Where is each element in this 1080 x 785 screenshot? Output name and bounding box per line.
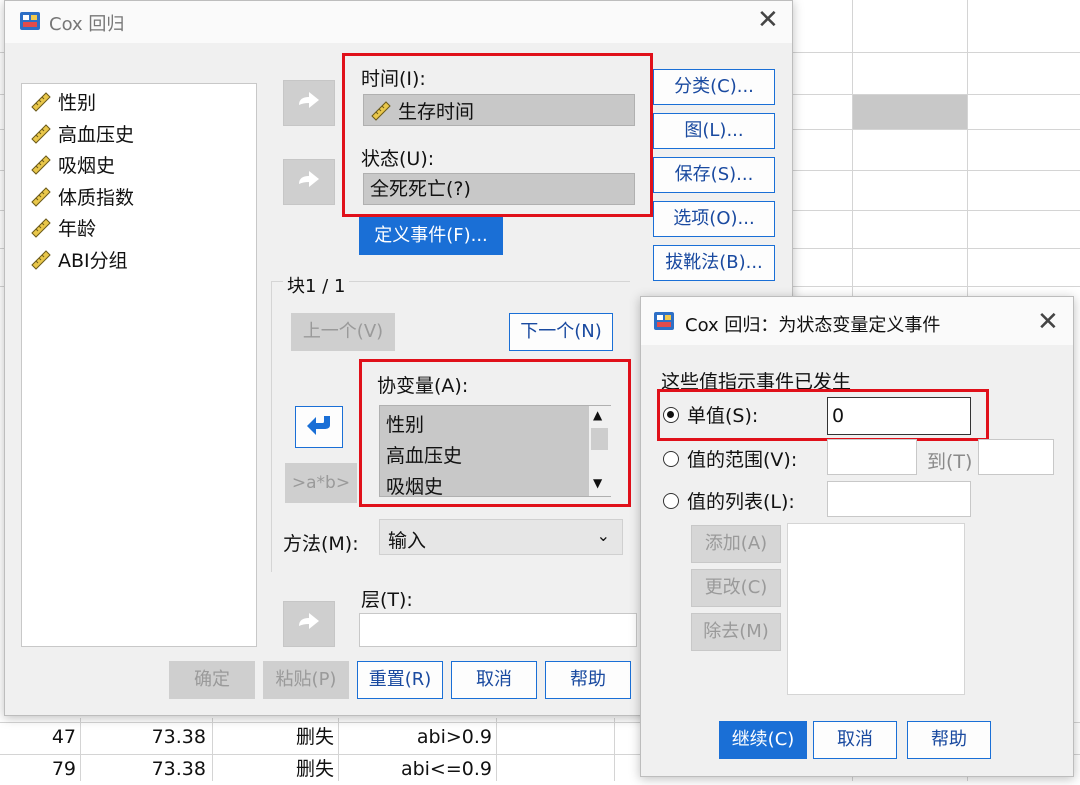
list-value-input[interactable]: [827, 481, 971, 517]
cell-status: 删失: [295, 726, 334, 748]
block-label: 块1 / 1: [283, 272, 350, 298]
spss-app-icon: [20, 12, 40, 30]
list-item-label: 体质指数: [58, 186, 135, 209]
method-select[interactable]: 输入 ⌄: [379, 519, 623, 555]
save-button[interactable]: 保存(S)...: [653, 157, 775, 193]
event-title-bar: Cox 回归：为状态变量定义事件 ✕: [641, 297, 1073, 345]
move-to-time-button[interactable]: [283, 80, 335, 126]
list-item[interactable]: 年龄: [30, 212, 96, 242]
cell-id: 47: [51, 726, 76, 748]
list-item[interactable]: 高血压史: [30, 118, 134, 148]
arrow-left-icon: [307, 416, 330, 435]
add-button[interactable]: 添加(A): [691, 525, 781, 563]
scale-ruler-icon: [31, 250, 51, 270]
range-label: 值的范围(V):: [687, 449, 798, 471]
range-to-input[interactable]: [978, 439, 1054, 475]
help-button[interactable]: 帮助: [545, 661, 631, 699]
cell-group: abi<=0.9: [400, 758, 492, 780]
interaction-button[interactable]: >a*b>: [285, 463, 357, 503]
values-list[interactable]: [787, 523, 965, 695]
list-item-label: 年龄: [58, 217, 97, 240]
move-to-status-button[interactable]: [283, 159, 335, 205]
scale-ruler-icon: [31, 218, 51, 238]
list-item-label: 吸烟史: [58, 154, 116, 177]
options-button[interactable]: 选项(O)...: [653, 201, 775, 237]
list-item-label: 性别: [58, 91, 97, 114]
highlight-single-value: [657, 389, 989, 441]
cell-status: 删失: [295, 758, 334, 780]
list-label: 值的列表(L):: [687, 491, 795, 513]
list-item[interactable]: 性别: [30, 86, 96, 116]
strata-label: 层(T):: [361, 589, 413, 611]
bootstrap-button[interactable]: 拔靴法(B)...: [653, 245, 775, 281]
method-label: 方法(M):: [283, 533, 359, 555]
cell-value: 73.38: [151, 726, 206, 748]
close-icon[interactable]: ✕: [757, 7, 779, 33]
cell-value: 73.38: [151, 758, 206, 780]
range-radio[interactable]: [663, 451, 679, 467]
dialog-title: Cox 回归: [49, 14, 125, 35]
move-covariate-button[interactable]: [295, 406, 343, 448]
strata-field[interactable]: [359, 613, 637, 647]
list-item-label: 高血压史: [58, 123, 135, 146]
arrow-right-icon: [299, 613, 319, 629]
list-item[interactable]: ABI分组: [30, 244, 128, 274]
plots-button[interactable]: 图(L)...: [653, 113, 775, 149]
scale-ruler-icon: [31, 187, 51, 207]
range-from-input[interactable]: [827, 439, 917, 475]
move-to-strata-button[interactable]: [283, 601, 335, 647]
continue-button[interactable]: 继续(C): [719, 721, 807, 759]
spss-app-icon: [654, 312, 674, 330]
range-to-label: 到(T): [927, 451, 973, 473]
paste-button[interactable]: 粘贴(P): [263, 661, 349, 699]
previous-block-button[interactable]: 上一个(V): [291, 313, 395, 351]
title-bar: Cox 回归 ✕: [5, 1, 792, 43]
scale-ruler-icon: [31, 92, 51, 112]
arrow-right-icon: [299, 171, 319, 187]
scale-ruler-icon: [31, 124, 51, 144]
highlight-time-status: [342, 53, 653, 217]
arrow-right-icon: [299, 92, 319, 108]
ok-button[interactable]: 确定: [169, 661, 255, 699]
scale-ruler-icon: [31, 155, 51, 175]
define-event-button[interactable]: 定义事件(F)...: [359, 217, 503, 255]
list-item[interactable]: 吸烟史: [30, 149, 115, 179]
cancel-button[interactable]: 取消: [451, 661, 537, 699]
help-button[interactable]: 帮助: [907, 721, 991, 759]
chevron-down-icon: ⌄: [596, 526, 610, 545]
list-item[interactable]: 体质指数: [30, 181, 134, 211]
categorical-button[interactable]: 分类(C)...: [653, 69, 775, 105]
cell-id: 79: [51, 758, 76, 780]
selected-cell[interactable]: [853, 95, 967, 129]
reset-button[interactable]: 重置(R): [357, 661, 443, 699]
change-button[interactable]: 更改(C): [691, 569, 781, 607]
list-radio[interactable]: [663, 493, 679, 509]
cell-group: abi>0.9: [416, 726, 492, 748]
remove-button[interactable]: 除去(M): [691, 613, 781, 651]
highlight-covariates: [359, 359, 631, 507]
next-block-button[interactable]: 下一个(N): [509, 313, 613, 351]
list-item-label: ABI分组: [58, 249, 128, 272]
method-value: 输入: [388, 530, 427, 552]
event-dialog-title: Cox 回归：为状态变量定义事件: [685, 315, 941, 336]
cancel-button[interactable]: 取消: [813, 721, 897, 759]
variable-list[interactable]: 性别 高血压史 吸烟史 体质指数 年龄 ABI分组: [21, 83, 257, 647]
close-icon[interactable]: ✕: [1037, 309, 1059, 335]
define-event-dialog: Cox 回归：为状态变量定义事件 ✕ 这些值指示事件已发生 单值(S): 0 值…: [640, 296, 1074, 777]
